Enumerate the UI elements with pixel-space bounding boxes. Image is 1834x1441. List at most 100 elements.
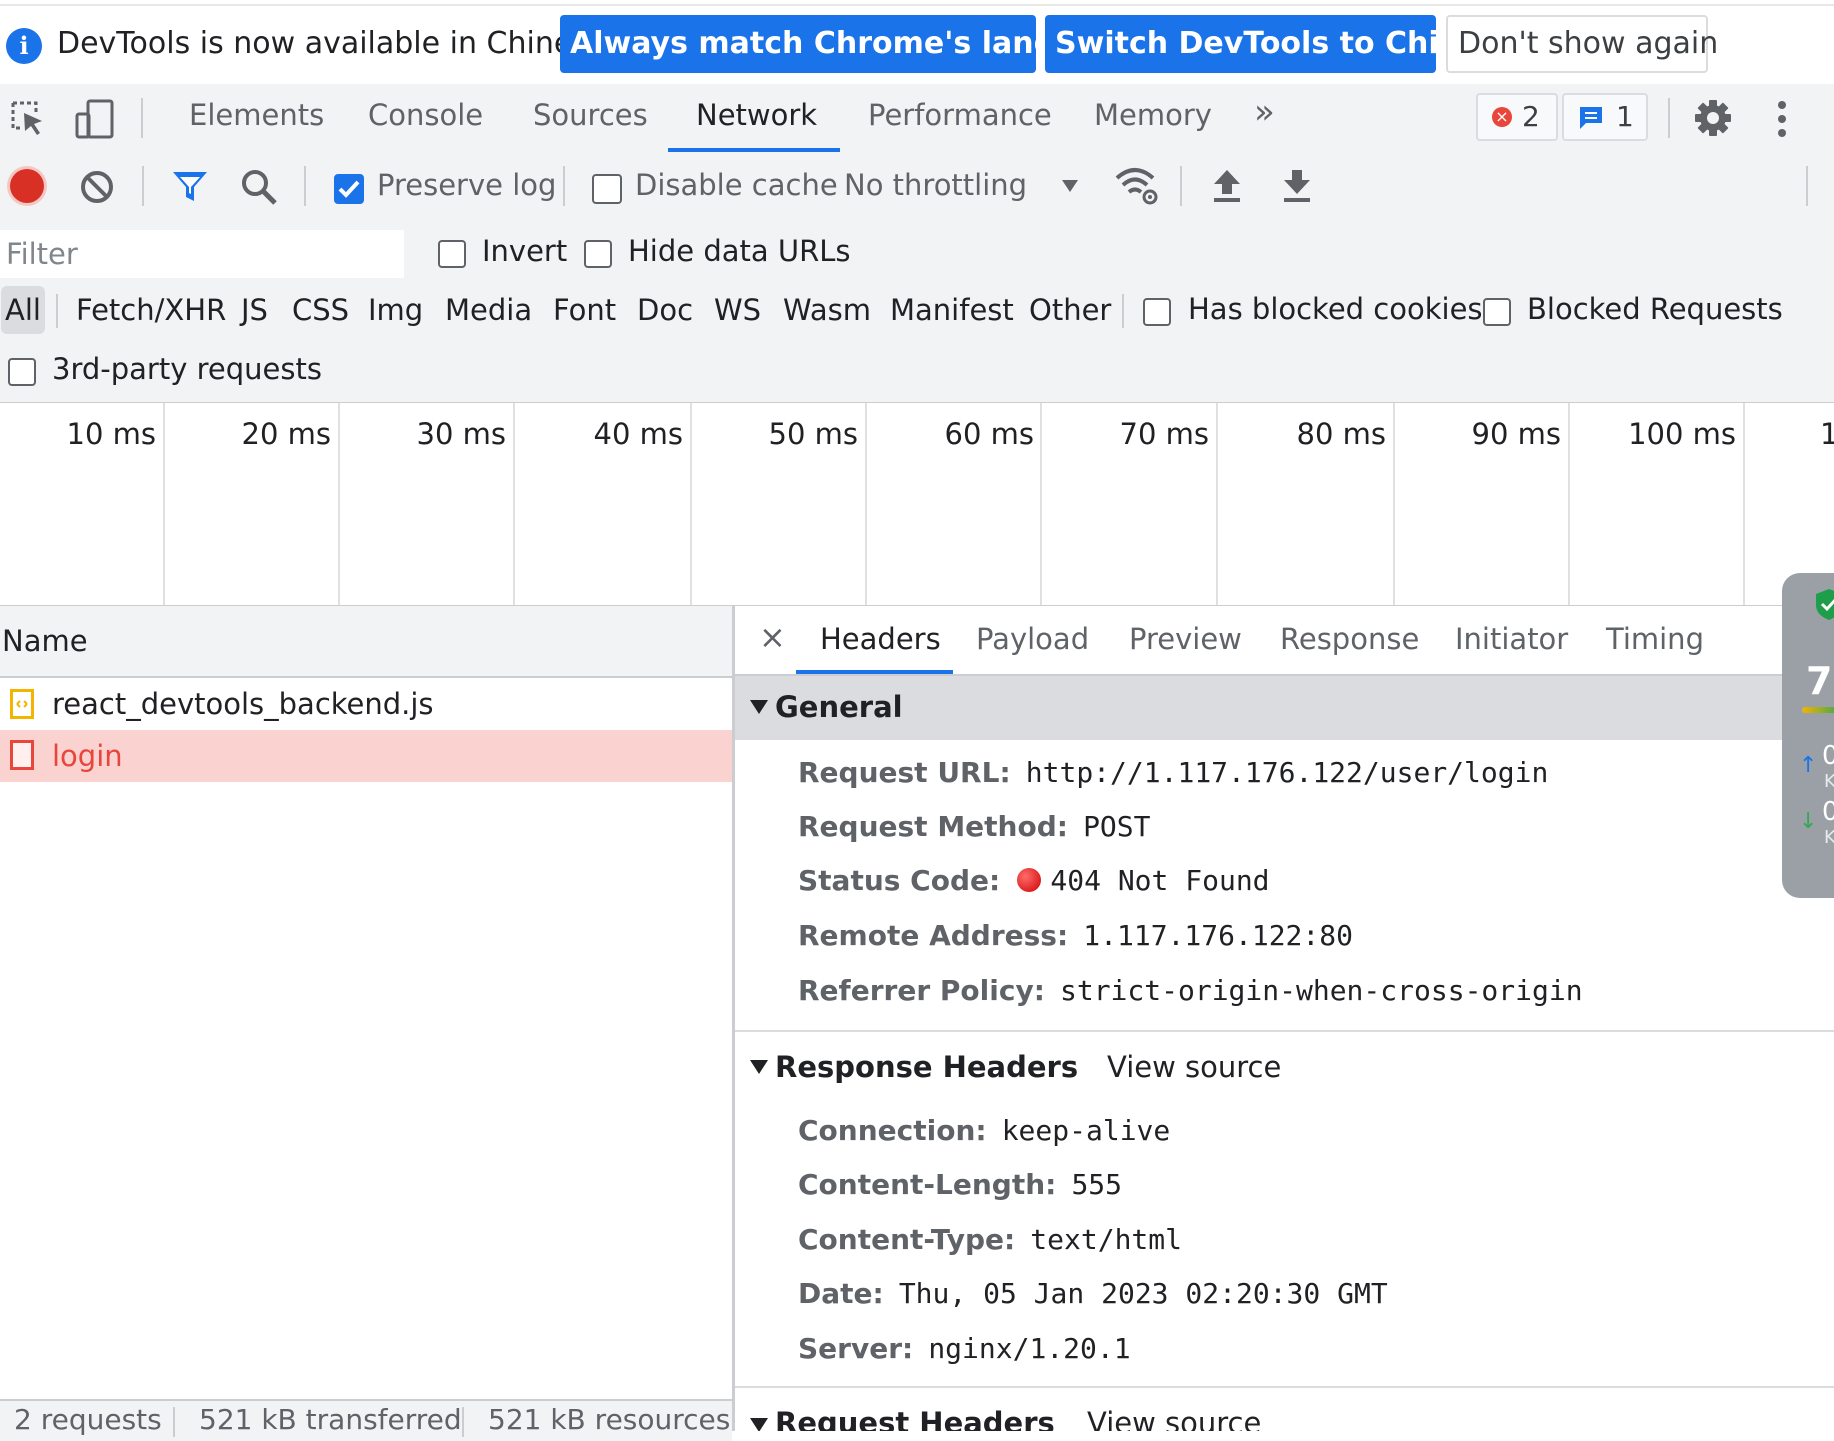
response-header-row: Content-Length: 555	[798, 1168, 1122, 1201]
name-column-header[interactable]: Name	[0, 606, 732, 678]
type-filter-ws[interactable]: WS	[710, 286, 765, 334]
details-tab-initiator[interactable]: Initiator	[1455, 622, 1568, 656]
details-tab-timing[interactable]: Timing	[1606, 622, 1704, 656]
request-headers-section-header[interactable]: Request Headers View source	[735, 1388, 1834, 1431]
hide-data-urls-checkbox[interactable]	[584, 240, 612, 268]
tab-memory[interactable]: Memory	[1094, 98, 1212, 132]
resources-size: 521 kB resources	[488, 1403, 731, 1436]
network-conditions-icon[interactable]	[1115, 166, 1159, 206]
response-header-row: Date: Thu, 05 Jan 2023 02:20:30 GMT	[798, 1277, 1388, 1310]
tab-sources[interactable]: Sources	[533, 98, 648, 132]
type-filter-js[interactable]: JS	[237, 286, 272, 334]
filter-bar: Invert Hide data URLs All Fetch/XHR JS C…	[0, 220, 1834, 404]
request-details-pane: × Headers Payload Preview Response Initi…	[735, 606, 1834, 1431]
details-tab-bar: × Headers Payload Preview Response Initi…	[735, 606, 1834, 676]
device-toolbar-icon[interactable]	[74, 98, 116, 140]
download-value: 0	[1822, 797, 1834, 827]
filter-divider	[1122, 294, 1124, 328]
floating-speed-widget[interactable]: 75 ↑ 0 K ↓ 0 K	[1782, 573, 1834, 898]
has-blocked-cookies-checkbox[interactable]	[1143, 298, 1171, 326]
tab-elements[interactable]: Elements	[189, 98, 324, 132]
filter-input[interactable]	[0, 230, 404, 278]
request-row[interactable]: react_devtools_backend.js	[0, 678, 732, 730]
details-tab-headers[interactable]: Headers	[820, 622, 941, 656]
upload-value: 0	[1822, 741, 1834, 771]
timeline-tick: 80 ms	[1296, 417, 1386, 451]
request-headers-title: Request Headers	[775, 1406, 1055, 1431]
request-view-source-link[interactable]: View source	[1087, 1406, 1261, 1431]
tab-network[interactable]: Network	[696, 98, 817, 132]
type-filter-wasm[interactable]: Wasm	[779, 286, 875, 334]
timeline-tick: 70 ms	[1119, 417, 1209, 451]
type-filter-media[interactable]: Media	[441, 286, 536, 334]
filter-divider	[56, 294, 58, 328]
response-header-row: Content-Type: text/html	[798, 1223, 1182, 1256]
type-filter-fetch-xhr[interactable]: Fetch/XHR	[72, 286, 230, 334]
type-filter-other[interactable]: Other	[1025, 286, 1115, 334]
export-har-icon[interactable]	[1282, 168, 1312, 204]
more-tabs-chevron-icon[interactable]: »	[1254, 92, 1275, 132]
throttling-select[interactable]: No throttling	[844, 168, 1027, 202]
inspect-element-icon[interactable]	[10, 100, 46, 138]
info-icon: i	[6, 28, 42, 64]
third-party-checkbox[interactable]	[8, 358, 36, 386]
search-icon[interactable]	[240, 168, 278, 206]
timeline-tick: 30 ms	[416, 417, 506, 451]
general-row: Status Code: 404 Not Found	[798, 864, 1270, 897]
toolbar-divider	[304, 166, 306, 206]
timeline-overview[interactable]: 10 ms 20 ms 30 ms 40 ms 50 ms 60 ms 70 m…	[0, 403, 1834, 608]
tab-console[interactable]: Console	[368, 98, 483, 132]
disable-cache-checkbox[interactable]	[592, 174, 622, 204]
type-filter-all[interactable]: All	[1, 286, 45, 334]
filter-icon[interactable]	[171, 170, 209, 204]
type-filter-doc[interactable]: Doc	[633, 286, 697, 334]
invert-checkbox[interactable]	[438, 240, 466, 268]
checkmark-icon	[338, 180, 360, 198]
general-row: Request Method: POST	[798, 810, 1151, 843]
throttling-dropdown-arrow-icon[interactable]	[1062, 180, 1078, 192]
expand-triangle-icon	[750, 1060, 768, 1074]
always-match-language-button[interactable]: Always match Chrome's language	[560, 15, 1138, 73]
details-tab-preview[interactable]: Preview	[1129, 622, 1242, 656]
details-tab-payload[interactable]: Payload	[976, 622, 1089, 656]
header-value: keep-alive	[1001, 1114, 1171, 1147]
request-name: login	[52, 739, 123, 773]
type-filter-css[interactable]: CSS	[288, 286, 353, 334]
settings-gear-icon[interactable]	[1693, 98, 1733, 138]
record-icon[interactable]	[10, 169, 44, 203]
blocked-requests-checkbox[interactable]	[1483, 298, 1511, 326]
general-section-header[interactable]: General	[735, 676, 1834, 740]
preserve-log-checkbox[interactable]	[334, 174, 364, 204]
message-count-badge[interactable]: 1	[1562, 93, 1648, 141]
preserve-log-label: Preserve log	[377, 168, 557, 202]
header-value: nginx/1.20.1	[928, 1332, 1131, 1365]
summary-divider	[173, 1407, 175, 1437]
switch-to-chinese-button[interactable]: Switch DevTools to Chinese	[1045, 15, 1519, 73]
more-options-icon[interactable]	[1774, 100, 1790, 138]
type-filter-font[interactable]: Font	[549, 286, 620, 334]
header-value: 404 Not Found	[1050, 864, 1270, 897]
timeline-gridline	[1216, 403, 1218, 605]
header-value: text/html	[1030, 1223, 1182, 1256]
dont-show-again-button[interactable]: Don't show again	[1446, 15, 1718, 73]
close-details-icon[interactable]: ×	[759, 618, 786, 656]
timeline-tick: 10 ms	[66, 417, 156, 451]
timeline-gridline	[338, 403, 340, 605]
network-summary-bar: 2 requests 521 kB transferred 521 kB res…	[0, 1399, 732, 1441]
response-headers-section-header[interactable]: Response Headers View source	[735, 1034, 1834, 1098]
request-row[interactable]: login	[0, 730, 732, 782]
timeline-tick: 60 ms	[944, 417, 1034, 451]
import-har-icon[interactable]	[1212, 168, 1242, 204]
header-key: Referrer Policy:	[798, 974, 1045, 1007]
clear-icon[interactable]	[80, 170, 114, 204]
timeline-gridline	[1568, 403, 1570, 605]
toolbar-divider	[563, 166, 565, 206]
response-view-source-link[interactable]: View source	[1107, 1050, 1281, 1084]
error-count-badge[interactable]: × 2	[1476, 93, 1558, 141]
tab-performance[interactable]: Performance	[868, 98, 1052, 132]
request-count: 2 requests	[14, 1403, 162, 1436]
details-tab-response[interactable]: Response	[1280, 622, 1419, 656]
type-filter-img[interactable]: Img	[364, 286, 427, 334]
response-header-row: Connection: keep-alive	[798, 1114, 1170, 1147]
type-filter-manifest[interactable]: Manifest	[886, 286, 1018, 334]
